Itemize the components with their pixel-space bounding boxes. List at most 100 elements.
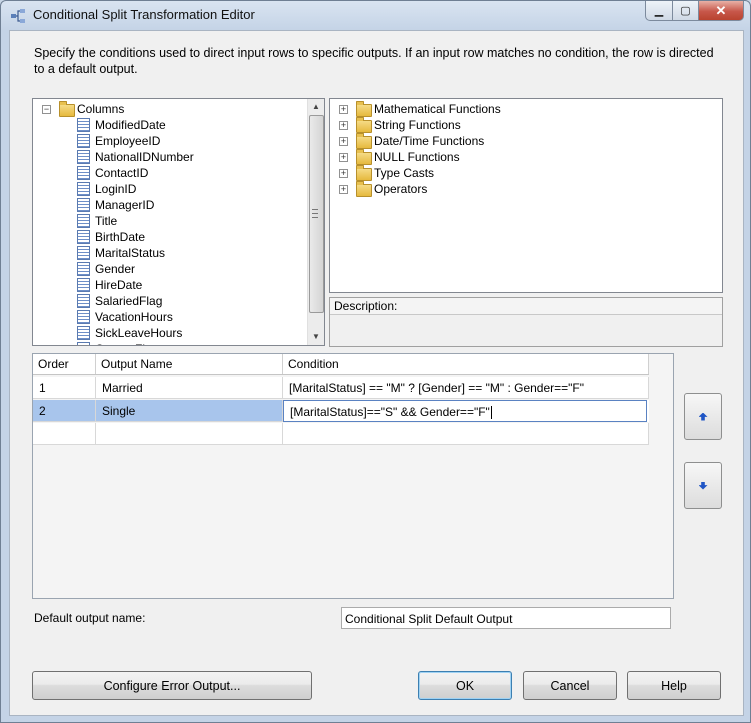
tree-item-label: Operators bbox=[374, 182, 428, 196]
tree-item-column[interactable]: VacationHours bbox=[33, 309, 303, 325]
tree-node-columns[interactable]: − Columns bbox=[33, 101, 313, 117]
tree-item-column[interactable]: ContactID bbox=[33, 165, 303, 181]
cell-order[interactable]: 1 bbox=[33, 377, 96, 399]
columns-tree[interactable]: − Columns ModifiedDate EmployeeID National… bbox=[32, 98, 325, 346]
tree-item-column[interactable]: HireDate bbox=[33, 277, 303, 293]
tree-item-label: NationalIDNumber bbox=[95, 150, 194, 164]
column-header-output-name[interactable]: Output Name bbox=[96, 354, 283, 374]
cell-order[interactable]: 2 bbox=[33, 400, 96, 422]
tree-item-function-group[interactable]: + NULL Functions bbox=[330, 149, 710, 165]
tree-item-column[interactable]: LoginID bbox=[33, 181, 303, 197]
default-output-label: Default output name: bbox=[34, 611, 146, 625]
close-button[interactable]: ✕ bbox=[699, 1, 744, 21]
expand-icon[interactable]: + bbox=[339, 185, 348, 194]
folder-icon bbox=[356, 165, 372, 181]
cell-output-name[interactable] bbox=[96, 423, 283, 445]
column-icon bbox=[77, 150, 90, 164]
move-down-button[interactable] bbox=[684, 462, 722, 509]
tree-item-column[interactable]: SickLeaveHours bbox=[33, 325, 303, 341]
column-icon bbox=[77, 214, 90, 228]
cancel-button[interactable]: Cancel bbox=[523, 671, 617, 700]
minimize-button[interactable]: ▁ bbox=[645, 1, 673, 21]
column-icon bbox=[77, 230, 90, 244]
folder-icon bbox=[356, 101, 372, 117]
table-row[interactable]: 1 Married [MaritalStatus] == "M" ? [Gend… bbox=[33, 377, 649, 399]
grid-header: Order Output Name Condition bbox=[33, 354, 649, 375]
scroll-grip-icon bbox=[312, 209, 318, 218]
column-icon bbox=[77, 262, 90, 276]
tree-item-function-group[interactable]: + Date/Time Functions bbox=[330, 133, 710, 149]
conditions-grid[interactable]: Order Output Name Condition 1 Married [M… bbox=[32, 353, 674, 599]
tree-item-column[interactable]: CurrentFlag bbox=[33, 341, 303, 345]
cell-output-name[interactable]: Single bbox=[96, 400, 283, 422]
title-bar[interactable]: Conditional Split Transformation Editor … bbox=[1, 1, 750, 29]
tree-item-column[interactable]: BirthDate bbox=[33, 229, 303, 245]
tree-item-function-group[interactable]: + Operators bbox=[330, 181, 710, 197]
folder-icon bbox=[356, 181, 372, 197]
tree-item-column[interactable]: ModifiedDate bbox=[33, 117, 303, 133]
column-icon bbox=[77, 326, 90, 340]
caption-buttons: ▁ ▢ ✕ bbox=[645, 1, 744, 21]
scroll-down-arrow-icon[interactable]: ▼ bbox=[308, 329, 324, 345]
tree-item-label: ModifiedDate bbox=[95, 118, 166, 132]
conditional-split-icon bbox=[11, 9, 25, 23]
functions-tree[interactable]: + Mathematical Functions + String Functions… bbox=[329, 98, 723, 293]
tree-item-label: BirthDate bbox=[95, 230, 146, 244]
move-up-button[interactable] bbox=[684, 393, 722, 440]
tree-item-label: Type Casts bbox=[374, 166, 435, 180]
tree-item-column[interactable]: NationalIDNumber bbox=[33, 149, 303, 165]
cell-order[interactable] bbox=[33, 423, 96, 445]
columns-scrollbar[interactable]: ▲ ▼ bbox=[307, 99, 324, 345]
tree-item-function-group[interactable]: + Mathematical Functions bbox=[330, 101, 710, 117]
tree-item-label: EmployeeID bbox=[95, 134, 161, 148]
text-caret bbox=[490, 406, 492, 420]
configure-error-output-button[interactable]: Configure Error Output... bbox=[32, 671, 312, 700]
dialog-client-area: Specify the conditions used to direct in… bbox=[9, 30, 744, 716]
tree-item-label: LoginID bbox=[95, 182, 137, 196]
tree-item-column[interactable]: SalariedFlag bbox=[33, 293, 303, 309]
column-header-condition[interactable]: Condition bbox=[283, 354, 649, 374]
tree-item-label: Mathematical Functions bbox=[374, 102, 501, 116]
tree-item-label: String Functions bbox=[374, 118, 461, 132]
cell-condition[interactable] bbox=[283, 423, 649, 445]
table-row-new[interactable] bbox=[33, 423, 649, 445]
tree-item-label: MaritalStatus bbox=[95, 246, 166, 260]
folder-icon bbox=[356, 117, 372, 133]
expand-icon[interactable]: + bbox=[339, 153, 348, 162]
folder-icon bbox=[59, 101, 75, 117]
tree-item-function-group[interactable]: + Type Casts bbox=[330, 165, 710, 181]
cell-condition[interactable]: [MaritalStatus] == "M" ? [Gender] == "M"… bbox=[283, 377, 649, 399]
tree-item-label: CurrentFlag bbox=[95, 341, 158, 345]
arrow-up-icon bbox=[698, 412, 708, 421]
expand-icon[interactable]: + bbox=[339, 105, 348, 114]
condition-edit-field[interactable]: [MaritalStatus]=="S" && Gender=="F" bbox=[283, 400, 647, 422]
collapse-icon[interactable]: − bbox=[42, 105, 51, 114]
tree-node-label: Columns bbox=[77, 102, 125, 116]
tree-item-label: NULL Functions bbox=[374, 150, 460, 164]
default-output-field[interactable]: Conditional Split Default Output bbox=[341, 607, 671, 629]
tree-item-label: Title bbox=[95, 214, 118, 228]
column-icon bbox=[77, 246, 90, 260]
instructions-text: Specify the conditions used to direct in… bbox=[34, 46, 714, 76]
column-icon bbox=[77, 118, 90, 132]
cell-condition-text: [MaritalStatus]=="S" && Gender=="F" bbox=[290, 405, 490, 419]
tree-item-label: HireDate bbox=[95, 278, 143, 292]
scroll-up-arrow-icon[interactable]: ▲ bbox=[308, 99, 324, 115]
tree-item-column[interactable]: MaritalStatus bbox=[33, 245, 303, 261]
tree-item-column[interactable]: EmployeeID bbox=[33, 133, 303, 149]
window-title: Conditional Split Transformation Editor bbox=[33, 7, 255, 22]
expand-icon[interactable]: + bbox=[339, 169, 348, 178]
expand-icon[interactable]: + bbox=[339, 137, 348, 146]
column-header-order[interactable]: Order bbox=[33, 354, 96, 374]
arrow-down-icon bbox=[698, 481, 708, 490]
expand-icon[interactable]: + bbox=[339, 121, 348, 130]
maximize-button[interactable]: ▢ bbox=[673, 1, 699, 21]
tree-item-column[interactable]: Title bbox=[33, 213, 303, 229]
help-button[interactable]: Help bbox=[627, 671, 721, 700]
cell-output-name[interactable]: Married bbox=[96, 377, 283, 399]
tree-item-column[interactable]: Gender bbox=[33, 261, 303, 277]
tree-item-function-group[interactable]: + String Functions bbox=[330, 117, 710, 133]
table-row[interactable]: 2 Single [MaritalStatus]=="S" && Gender=… bbox=[33, 400, 649, 422]
ok-button[interactable]: OK bbox=[418, 671, 512, 700]
tree-item-column[interactable]: ManagerID bbox=[33, 197, 303, 213]
